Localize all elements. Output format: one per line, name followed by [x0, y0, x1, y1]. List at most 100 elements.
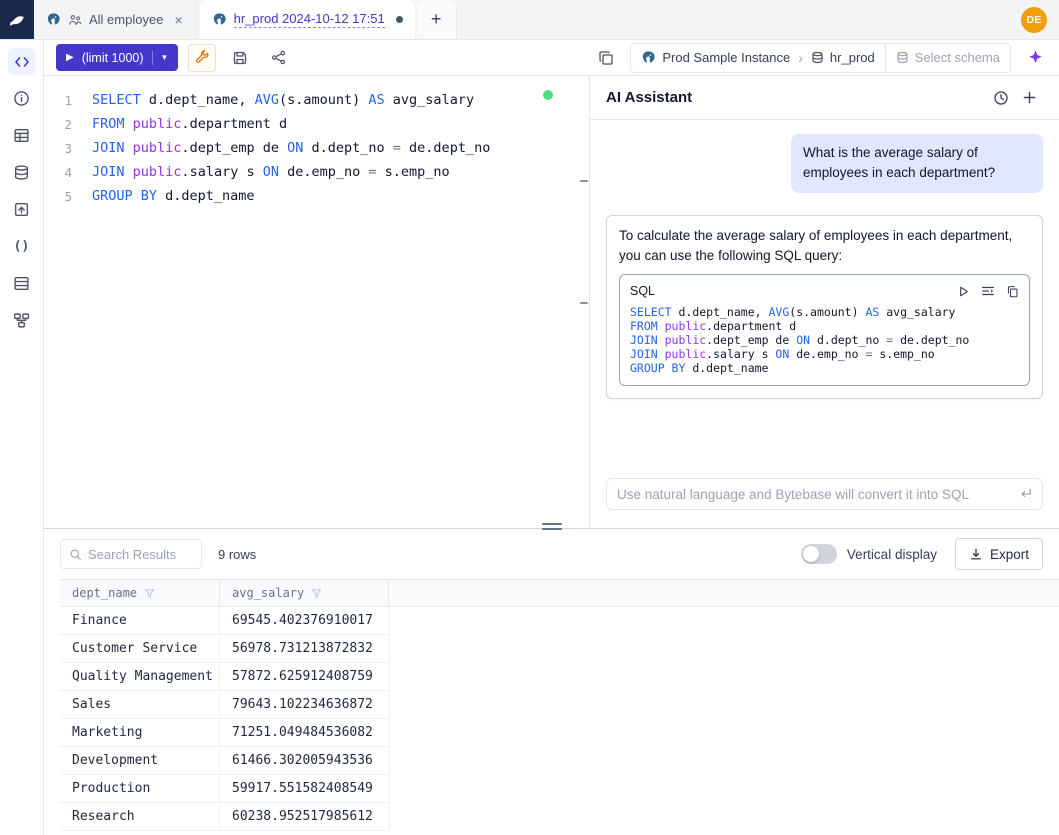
column-header-dept-name[interactable]: dept_name: [60, 580, 220, 606]
tab-hr-prod[interactable]: hr_prod 2024-10-12 17:51: [200, 0, 415, 39]
results-search-box[interactable]: [60, 539, 202, 569]
insert-sql-icon[interactable]: [981, 284, 995, 298]
editor-code-line[interactable]: 5GROUP BY d.dept_name: [44, 184, 579, 208]
ai-sql-line: JOIN public.salary s ON de.emp_no = s.em…: [630, 347, 1019, 361]
ai-assistant-title: AI Assistant: [606, 89, 692, 106]
history-button[interactable]: [987, 84, 1015, 112]
table-row[interactable]: Research60238.952517985612: [60, 803, 390, 831]
table-row[interactable]: Marketing71251.049484536082: [60, 719, 390, 747]
schema-diagram-icon: [13, 312, 30, 329]
export-button[interactable]: Export: [955, 538, 1043, 570]
sparkle-icon: [1027, 49, 1044, 66]
database-name: hr_prod: [830, 50, 875, 65]
line-number: 2: [44, 117, 92, 132]
export-label: Export: [990, 547, 1029, 562]
user-message: What is the average salary of employees …: [791, 134, 1043, 193]
toggle-knob: [803, 546, 819, 562]
schema-placeholder: Select schema: [915, 50, 1000, 65]
editor-code-line[interactable]: 2FROM public.department d: [44, 112, 579, 136]
table-row[interactable]: Customer Service56978.731213872832: [60, 635, 390, 663]
ai-sql-code: SELECT d.dept_name, AVG(s.amount) AS avg…: [630, 305, 1019, 375]
run-sql-icon[interactable]: [957, 285, 970, 298]
ai-sql-line: GROUP BY d.dept_name: [630, 361, 1019, 375]
schema-selector[interactable]: Select schema: [885, 44, 1010, 72]
unsaved-indicator: [396, 16, 403, 23]
sql-label: SQL: [630, 282, 655, 301]
cell-avg-salary: 69545.402376910017: [220, 607, 390, 634]
table-row[interactable]: Development61466.302005943536: [60, 747, 390, 775]
layout-icon: [598, 50, 614, 66]
instance-database-selector[interactable]: Prod Sample Instance › hr_prod: [631, 44, 884, 72]
table-row[interactable]: Production59917.551582408549: [60, 775, 390, 803]
ai-sql-line: JOIN public.dept_emp de ON d.dept_no = d…: [630, 333, 1019, 347]
table-row[interactable]: Finance69545.402376910017: [60, 607, 390, 635]
table-row[interactable]: Quality Management57872.625912408759: [60, 663, 390, 691]
sidebar-item-functions[interactable]: (): [8, 233, 35, 260]
assistant-message: To calculate the average salary of emplo…: [606, 215, 1043, 400]
line-number: 1: [44, 93, 92, 108]
table-icon: [13, 127, 30, 144]
cell-dept-name: Development: [60, 747, 220, 774]
cell-avg-salary: 59917.551582408549: [220, 775, 390, 802]
cell-avg-salary: 79643.102234636872: [220, 691, 390, 718]
run-query-button[interactable]: ▶ (limit 1000) ▼: [56, 44, 178, 71]
postgres-icon: [46, 12, 61, 27]
horizontal-resize-handle[interactable]: [542, 523, 562, 530]
sidebar-item-info[interactable]: [8, 85, 35, 112]
new-chat-button[interactable]: [1015, 84, 1043, 112]
cell-avg-salary: 57872.625912408759: [220, 663, 390, 690]
tab-bar: All employee × hr_prod 2024-10-12 17:51 …: [0, 0, 1059, 40]
editor-code-line[interactable]: 4JOIN public.salary s ON de.emp_no = s.e…: [44, 160, 579, 184]
avatar[interactable]: DE: [1021, 7, 1047, 33]
editor-code-line[interactable]: 1SELECT d.dept_name, AVG(s.amount) AS av…: [44, 88, 579, 112]
copy-sql-icon[interactable]: [1006, 285, 1019, 298]
results-panel: 9 rows Vertical display Export dept_name: [44, 528, 1059, 835]
editor-ai-split: 1 SELECT d.dept_name, AVG(s.amount) AS av…: [44, 76, 1059, 528]
table-row[interactable]: Sales79643.102234636872: [60, 691, 390, 719]
ai-sql-block-header: SQL: [630, 280, 1019, 302]
search-results-input[interactable]: [88, 547, 193, 562]
ai-input-area: [590, 478, 1059, 528]
sidebar-item-schema-diagram[interactable]: [8, 307, 35, 334]
cell-avg-salary: 60238.952517985612: [220, 803, 390, 830]
editor-code-line[interactable]: 3JOIN public.dept_emp de ON d.dept_no = …: [44, 136, 579, 160]
code-icon: [14, 54, 30, 70]
cell-avg-salary: 61466.302005943536: [220, 747, 390, 774]
plus-icon: [1022, 90, 1037, 105]
results-toolbar: 9 rows Vertical display Export: [44, 529, 1059, 579]
new-tab-button[interactable]: +: [417, 0, 457, 39]
admin-wrench-button[interactable]: [188, 44, 216, 72]
download-icon: [969, 547, 983, 561]
save-icon: [232, 50, 248, 66]
sidebar-item-tables[interactable]: [8, 122, 35, 149]
instance-name: Prod Sample Instance: [662, 50, 790, 65]
postgres-icon: [641, 50, 656, 65]
ai-sql-line: FROM public.department d: [630, 319, 1019, 333]
share-button[interactable]: [264, 44, 292, 72]
save-button[interactable]: [226, 44, 254, 72]
sql-editor-app: All employee × hr_prod 2024-10-12 17:51 …: [0, 0, 1059, 835]
vertical-resize-handle[interactable]: [579, 76, 589, 528]
app-logo[interactable]: [0, 0, 34, 39]
resize-grip: [580, 180, 588, 182]
line-number: 5: [44, 189, 92, 204]
sidebar-item-sql-editor[interactable]: [8, 48, 35, 75]
sidebar-item-worksheets[interactable]: [8, 196, 35, 223]
play-icon: ▶: [66, 52, 74, 63]
resize-grip: [580, 302, 588, 304]
close-icon[interactable]: ×: [174, 12, 182, 28]
sidebar-item-data-grid[interactable]: [8, 270, 35, 297]
column-header-avg-salary[interactable]: avg_salary: [220, 580, 389, 606]
panel-layout-button[interactable]: [592, 44, 620, 72]
sidebar-item-databases[interactable]: [8, 159, 35, 186]
results-grid-header: dept_name avg_salary: [60, 579, 1059, 607]
tab-all-employee[interactable]: All employee ×: [34, 0, 196, 39]
share-icon: [271, 50, 286, 65]
editor-code-area[interactable]: 1SELECT d.dept_name, AVG(s.amount) AS av…: [44, 88, 579, 208]
bytebase-logo-icon: [8, 11, 26, 29]
ai-assistant-button[interactable]: [1021, 44, 1049, 72]
vertical-display-toggle[interactable]: [801, 544, 837, 564]
clock-icon: [993, 90, 1009, 106]
ai-prompt-input[interactable]: [606, 478, 1043, 510]
sql-editor[interactable]: 1SELECT d.dept_name, AVG(s.amount) AS av…: [44, 76, 579, 528]
